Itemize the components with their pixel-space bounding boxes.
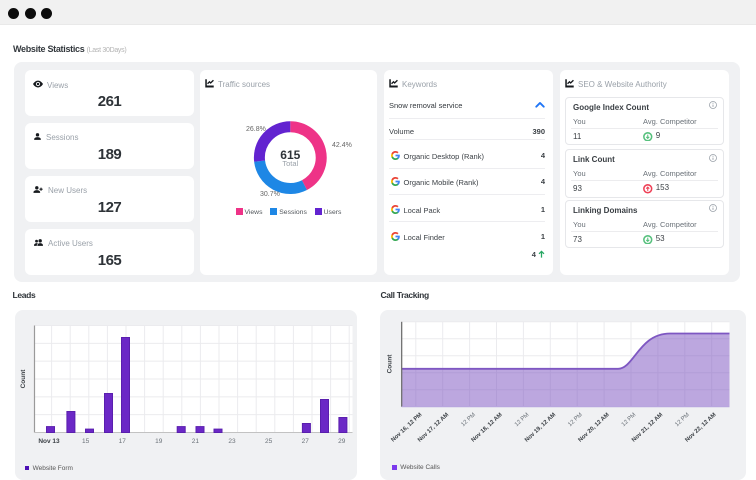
svg-text:Nov 13: Nov 13	[38, 438, 60, 445]
svg-text:12 PM: 12 PM	[674, 412, 691, 428]
svg-text:15: 15	[82, 438, 90, 445]
svg-text:27: 27	[302, 438, 310, 445]
svg-text:25: 25	[265, 438, 273, 445]
svg-text:12 PM: 12 PM	[514, 412, 531, 428]
svg-text:Count: Count	[387, 354, 394, 374]
svg-text:19: 19	[155, 438, 163, 445]
svg-text:23: 23	[228, 438, 236, 445]
svg-text:12 PM: 12 PM	[621, 412, 638, 428]
svg-text:12 PM: 12 PM	[567, 412, 584, 428]
svg-text:21: 21	[192, 438, 200, 445]
svg-text:17: 17	[119, 438, 127, 445]
svg-text:29: 29	[338, 438, 346, 445]
svg-text:Total: Total	[282, 159, 298, 168]
svg-text:Count: Count	[20, 369, 27, 389]
svg-text:12 PM: 12 PM	[460, 412, 477, 428]
